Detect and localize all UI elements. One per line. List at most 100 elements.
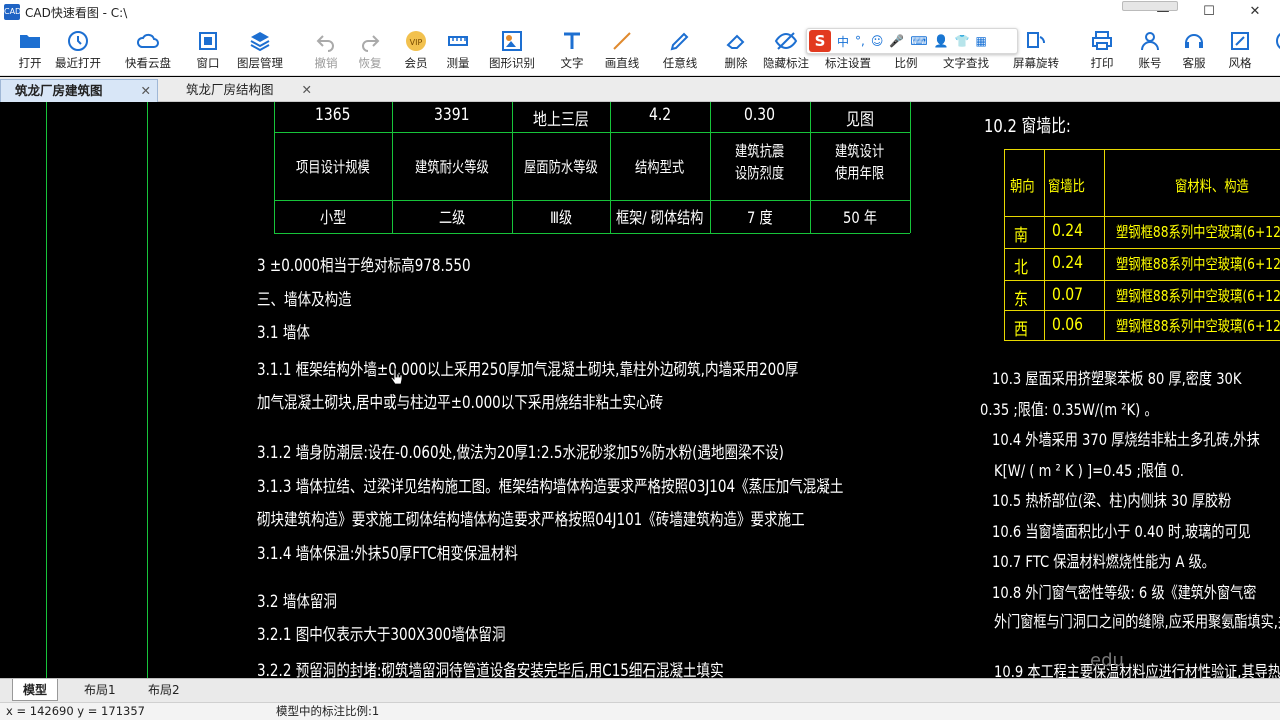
note-line: 10.3 屋面采用挤塑聚苯板 80 厚,密度 30K — [992, 369, 1242, 388]
toolbar-button-label: 关 — [1256, 55, 1280, 71]
coordinate-readout: x = 142690 y = 171357 — [6, 704, 145, 718]
note-line: 砌块建筑构造》要求施工砌体结构墙体构造要求严格按照04J101《砖墙建筑构造》要… — [257, 510, 805, 529]
table-cell: 北 — [1014, 258, 1028, 278]
doc-tab-structure[interactable]: 筑龙厂房结构图 ✕ — [160, 79, 318, 102]
table-grid-line — [610, 102, 611, 233]
main-toolbar: 打开 最近打开 快看云盘 窗口 图层管理 撤销 恢复 VIP 会员 测量 图形识别 文字 画直线 任意线删… — [0, 24, 1280, 76]
note-line: K[W/ ( m ² K ) ]=0.45 ;限值 0. — [994, 461, 1184, 480]
window-icon — [199, 32, 217, 50]
ime-tool-icon[interactable]: ▦ — [976, 34, 987, 48]
table-cell: 框架/ 砌体结构 — [616, 208, 704, 227]
table-header-cell: 建筑设计 — [835, 142, 885, 160]
table-cell: 塑钢框88系列中空玻璃(6+12+6 — [1116, 223, 1280, 241]
table-grid-line — [1104, 149, 1105, 340]
toolbar-button-clock[interactable]: 最近打开 — [48, 26, 108, 74]
maximize-icon[interactable]: ☐ — [1186, 0, 1232, 24]
table-cell: Ⅲ级 — [549, 208, 573, 227]
ime-toolbar[interactable]: S 中 °, ☺ 🎤 ⌨ 👤 👕 ▦ — [806, 28, 1018, 54]
toolbar-button-label: 测量 — [446, 56, 470, 70]
cloud-icon — [136, 33, 159, 48]
table-cell: 见图 — [846, 110, 874, 130]
drawing-canvas[interactable]: 1365 3391 地上三层 4.2 0.30 见图 项目设计规模 建筑耐火等级 屋面防水等级 结… — [0, 102, 1280, 678]
table-cell: 塑钢框88系列中空玻璃(6+12+6 — [1116, 287, 1280, 305]
ime-mode[interactable]: 中 — [837, 33, 849, 50]
app-logo-icon: CAD — [4, 4, 21, 20]
table-grid-line — [910, 102, 911, 233]
shape-recognize-icon — [502, 31, 522, 51]
note-line: 加气混凝土砌块,居中或与柱边平±0.000以下采用烧结非粘土实心砖 — [257, 393, 664, 412]
ime-tool-icon[interactable]: 👤 — [934, 34, 949, 48]
table-cell: 塑钢框88系列中空玻璃(6+12+6 — [1116, 255, 1280, 273]
pen-icon — [670, 32, 689, 51]
toolbar-button-label: 窗口 — [196, 56, 220, 70]
table-cell: 塑钢框88系列中空玻璃(6+12+6 — [1116, 317, 1280, 335]
note-line: 10.5 热桥部位(梁、柱)内侧抹 30 厚胶粉 — [992, 491, 1232, 510]
user-icon — [1141, 32, 1159, 51]
table-cell: 二级 — [438, 208, 466, 227]
layout-tab-model[interactable]: 模型 — [12, 679, 59, 701]
headset-icon — [1185, 34, 1203, 48]
ime-tool-icon[interactable]: ☺ — [871, 34, 884, 48]
toolbar-button-pen[interactable]: 任意线 — [650, 26, 710, 74]
table-header-cell: 使用年限 — [835, 164, 885, 182]
table-header-cell: 屋面防水等级 — [524, 158, 598, 176]
svg-text:VIP: VIP — [410, 38, 423, 47]
toolbar-button-label: 图层管理 — [237, 56, 283, 70]
table-cell: 7 度 — [747, 208, 773, 227]
note-line: 0.35 ;限值: 0.35W/(m ²K) 。 — [980, 400, 1158, 419]
table-grid-line — [1004, 340, 1280, 341]
table-grid-line — [1004, 149, 1280, 150]
rotate-screen-icon — [1027, 32, 1045, 48]
minimize-icon[interactable]: — — [1140, 0, 1186, 24]
note-line: 3.2.1 图中仅表示大于300X300墙体留洞 — [257, 625, 506, 644]
close-icon[interactable]: ✕ — [1232, 0, 1278, 24]
toolbar-button-layers[interactable]: 图层管理 — [230, 26, 290, 74]
layout-tab-bar: 模型 布局1 布局2 — [0, 678, 1280, 702]
table-cell: 西 — [1014, 320, 1028, 340]
toolbar-button-line[interactable]: 画直线 — [592, 26, 652, 74]
ime-tool-icon[interactable]: 👕 — [955, 34, 970, 48]
toolbar-button-ruler[interactable]: 测量 — [428, 26, 488, 74]
note-line: 外门窗框与门洞口之间的缝隙,应采用聚氨酯填实,并用密封 — [994, 612, 1280, 631]
hand-cursor-icon — [390, 368, 403, 385]
layout-tab-2[interactable]: 布局2 — [138, 679, 190, 701]
doc-tab-architecture[interactable]: 筑龙厂房建筑图 ✕ — [0, 79, 158, 102]
toolbar-button-label: 比例 — [894, 56, 918, 70]
table-grid-line — [1004, 280, 1280, 281]
table-cell: 1365 — [315, 105, 351, 125]
note-line: 10.9 本工程主要保温材料应进行材性验证,其导热系数应 — [994, 662, 1280, 678]
table-cell: 50 年 — [843, 208, 877, 227]
toolbar-button-cloud[interactable]: 快看云盘 — [118, 26, 178, 74]
note-line: 3.1.3 墙体拉结、过梁详见结构施工图。框架结构墙体构造要求严格按照03J10… — [257, 477, 844, 496]
toolbar-button-label: 任意线 — [662, 56, 698, 70]
table-grid-line — [392, 102, 393, 233]
ruler-icon — [448, 36, 468, 46]
frame-line — [147, 102, 148, 678]
close-tab-icon[interactable]: ✕ — [302, 79, 312, 101]
toolbar-button-label: 屏幕旋转 — [1013, 56, 1059, 70]
window-title: CAD快速看图 - C:\ — [25, 5, 128, 20]
ime-tool-icon[interactable]: 🎤 — [889, 34, 904, 48]
table-cell: 小型 — [319, 208, 347, 227]
toolbar-button-about[interactable]: 关 — [1256, 26, 1280, 74]
table-cell: 0.07 — [1052, 285, 1084, 305]
status-bar: x = 142690 y = 171357 模型中的标注比例:1 — [0, 702, 1280, 720]
table-grid-line — [810, 102, 811, 233]
toolbar-button-label: 文字查找 — [943, 56, 989, 70]
toolbar-button-shape-recognize[interactable]: 图形识别 — [482, 26, 542, 74]
layout-tab-1[interactable]: 布局1 — [74, 679, 126, 701]
doc-tab-label: 筑龙厂房建筑图 — [15, 83, 103, 98]
note-line: 三、墙体及构造 — [257, 290, 352, 309]
table-grid-line — [1044, 149, 1045, 340]
table-cell: 0.24 — [1052, 253, 1084, 273]
eye-hide-icon — [774, 32, 798, 50]
toolbar-button-window[interactable]: 窗口 — [178, 26, 238, 74]
toolbar-button-label: 快看云盘 — [125, 56, 171, 70]
clock-icon — [68, 31, 88, 51]
close-tab-icon[interactable]: ✕ — [141, 80, 151, 102]
ime-tool-icon[interactable]: °, — [855, 34, 865, 48]
note-line: 3.1.2 墙身防潮层:设在-0.060处,做法为20厚1:2.5水泥砂浆加5%… — [257, 443, 784, 462]
note-line: 3.2 墙体留洞 — [257, 592, 337, 611]
vip-icon: VIP — [406, 31, 426, 51]
ime-tool-icon[interactable]: ⌨ — [910, 34, 927, 48]
